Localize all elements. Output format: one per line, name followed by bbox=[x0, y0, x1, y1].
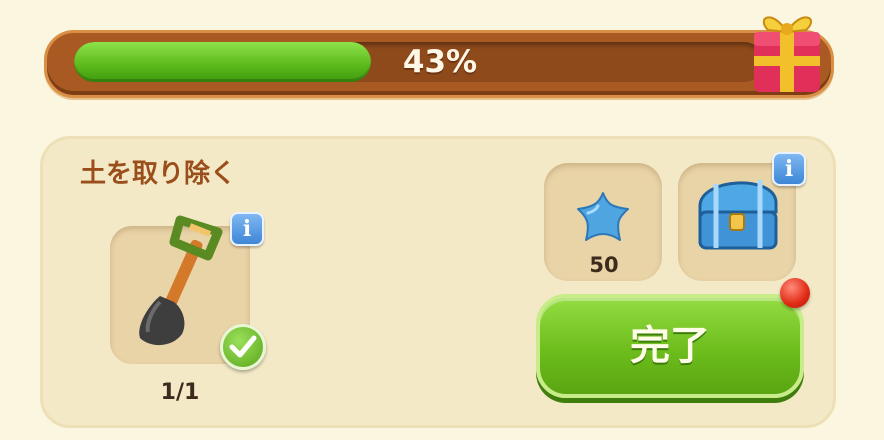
item-info-button[interactable]: i bbox=[230, 212, 264, 246]
blue-star-icon bbox=[577, 192, 629, 241]
progress-percent: 43% bbox=[402, 44, 478, 80]
done-button[interactable]: 完了 bbox=[536, 294, 804, 398]
done-button-label: 完了 bbox=[630, 323, 710, 369]
checkmark-icon bbox=[220, 324, 266, 370]
task-title: 土を取り除く bbox=[80, 159, 237, 189]
progress-bar-fill bbox=[74, 42, 371, 82]
chest-info-button[interactable]: i bbox=[772, 152, 806, 186]
red-dot-icon bbox=[780, 278, 810, 308]
gift-box-icon[interactable] bbox=[746, 2, 830, 96]
treasure-chest-icon bbox=[698, 180, 778, 250]
item-count: 1/1 bbox=[160, 380, 200, 405]
reward-star-value: 50 bbox=[589, 253, 619, 277]
